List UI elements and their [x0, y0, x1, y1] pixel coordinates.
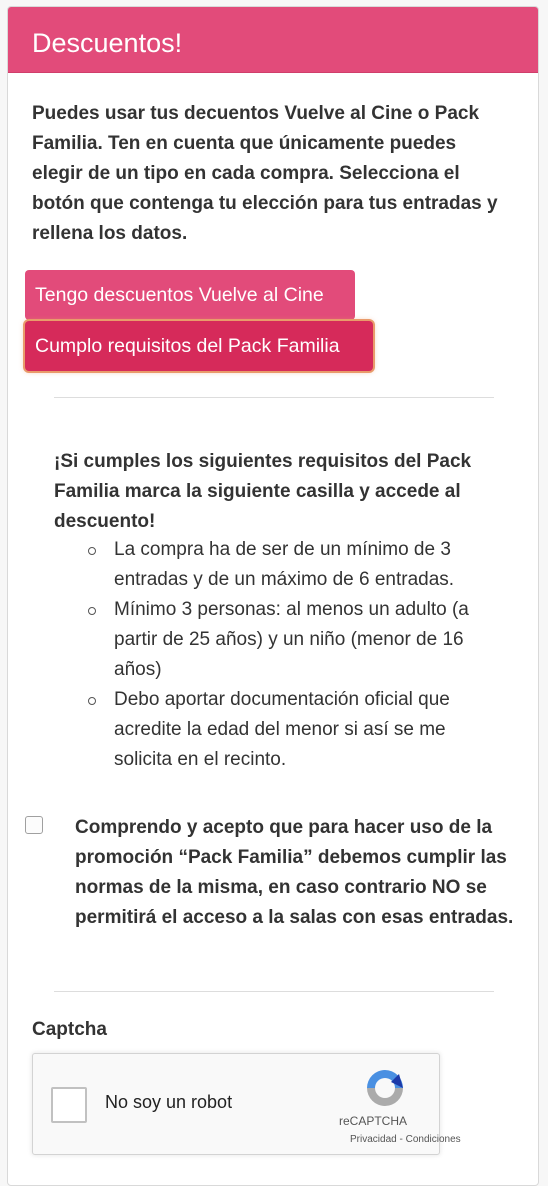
- links-separator: -: [396, 1134, 406, 1145]
- privacy-link[interactable]: Privacidad: [350, 1134, 397, 1145]
- terms-link[interactable]: Condiciones: [406, 1134, 461, 1145]
- vuelve-al-cine-button[interactable]: Tengo descuentos Vuelve al Cine: [25, 270, 355, 320]
- panel-title: Descuentos!: [32, 28, 183, 58]
- accept-terms-checkbox[interactable]: [25, 816, 43, 834]
- panel-header: Descuentos!: [8, 7, 538, 73]
- divider: [54, 397, 494, 398]
- discounts-panel: Descuentos! Puedes usar tus decuentos Vu…: [7, 6, 539, 1186]
- pack-familia-title: ¡Si cumples los siguientes requisitos de…: [54, 451, 472, 532]
- requirement-item: Mínimo 3 personas: al menos un adulto (a…: [72, 595, 502, 685]
- requirement-item: La compra ha de ser de un mínimo de 3 en…: [72, 535, 502, 595]
- requirement-item: Debo aportar documentación oficial que a…: [72, 685, 502, 775]
- divider: [54, 991, 494, 992]
- recaptcha-logo-icon: [367, 1070, 403, 1106]
- captcha-label: Captcha: [32, 1019, 107, 1040]
- pack-familia-button[interactable]: Cumplo requisitos del Pack Familia: [25, 321, 373, 371]
- recaptcha-widget: No soy un robot reCAPTCHA Privacidad - C…: [32, 1053, 461, 1155]
- recaptcha-brand: reCAPTCHA: [339, 1114, 408, 1128]
- recaptcha-text[interactable]: No soy un robot: [105, 1092, 232, 1113]
- recaptcha-checkbox[interactable]: [51, 1087, 87, 1123]
- recaptcha-links: Privacidad - Condiciones: [350, 1134, 461, 1145]
- requirements-list: La compra ha de ser de un mínimo de 3 en…: [72, 535, 502, 775]
- intro-text: Puedes usar tus decuentos Vuelve al Cine…: [32, 103, 498, 244]
- accept-terms-label[interactable]: Comprendo y acepto que para hacer uso de…: [75, 813, 525, 933]
